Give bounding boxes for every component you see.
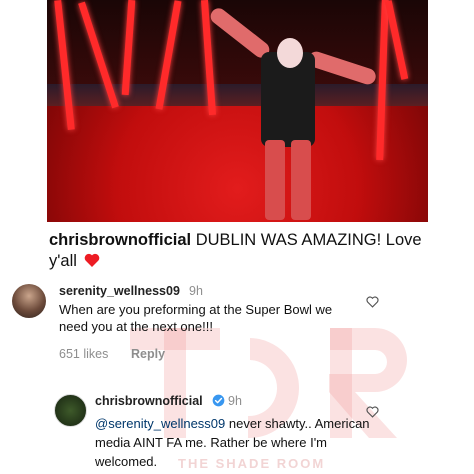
post-photo[interactable] [47, 0, 428, 222]
comment-reply-button[interactable]: Reply [131, 347, 165, 361]
photo-river [47, 84, 428, 106]
reply-mention-link[interactable]: @serenity_wellness09 [95, 416, 225, 431]
photo-figure-leg [265, 140, 285, 220]
reply-text: @serenity_wellness09 never shawty.. Amer… [95, 414, 375, 471]
verified-badge-icon [212, 394, 225, 407]
reply-username[interactable]: chrisbrownofficial [95, 394, 203, 408]
reply-avatar[interactable] [54, 394, 87, 427]
caption-username[interactable]: chrisbrownofficial [49, 231, 191, 249]
comment-timestamp: 9h [189, 284, 203, 298]
heart-emoji-icon [84, 253, 99, 267]
comment-username[interactable]: serenity_wellness09 [59, 284, 180, 298]
photo-figure-head [277, 38, 303, 68]
comment-like-count[interactable]: 651 likes [59, 347, 108, 361]
comment-text: When are you preforming at the Super Bow… [59, 302, 333, 334]
like-heart-icon[interactable] [366, 406, 379, 418]
post-caption: chrisbrownofficial DUBLIN WAS AMAZING! L… [49, 230, 429, 272]
reply-timestamp: 9h [228, 394, 242, 408]
commenter-avatar[interactable] [12, 284, 46, 318]
photo-figure-leg [291, 140, 311, 220]
like-heart-icon[interactable] [366, 296, 379, 308]
